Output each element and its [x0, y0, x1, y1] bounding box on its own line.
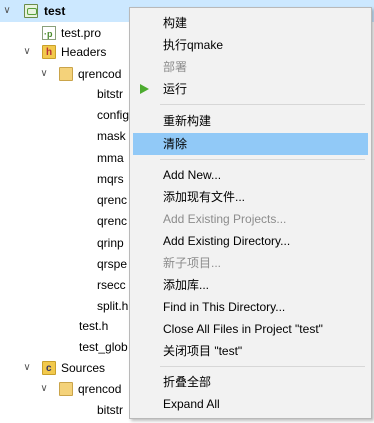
tree-label: qrenc: [97, 193, 128, 207]
menu-item-close-project[interactable]: 关闭项目 "test": [133, 340, 368, 362]
tree-label: rsecc: [97, 278, 126, 292]
tree-label: test_glob: [79, 340, 128, 354]
menu-item-build[interactable]: 构建: [133, 12, 368, 34]
chevron-down-icon[interactable]: ∨: [21, 357, 33, 379]
context-menu: 构建 执行qmake 部署 运行 重新构建 清除 Add New... 添加现有…: [129, 7, 372, 419]
tree-label: qrencod: [78, 67, 122, 81]
menu-item-rebuild[interactable]: 重新构建: [133, 110, 368, 132]
menu-item-add-existing-files[interactable]: 添加现有文件...: [133, 186, 368, 208]
menu-item-add-existing-projects[interactable]: Add Existing Projects...: [133, 208, 368, 230]
menu-item-label: Add Existing Directory...: [163, 234, 291, 248]
tree-label: test.h: [79, 319, 109, 333]
tree-label: test: [44, 4, 66, 18]
menu-item-expand-all[interactable]: Expand All: [133, 393, 368, 415]
menu-item-label: 关闭项目 "test": [163, 344, 243, 358]
menu-item-label: Add New...: [163, 168, 222, 182]
tree-label: qrenc: [97, 214, 128, 228]
qt-project-icon: [24, 4, 38, 18]
menu-item-label: 重新构建: [163, 114, 212, 128]
menu-item-label: 折叠全部: [163, 375, 212, 389]
menu-item-label: 执行qmake: [163, 38, 224, 52]
folder-icon: [59, 67, 73, 81]
tree-label: qrspe: [97, 257, 128, 271]
menu-item-clean[interactable]: 清除: [133, 133, 368, 155]
chevron-down-icon[interactable]: ∨: [21, 41, 33, 63]
chevron-down-icon[interactable]: ∨: [1, 0, 13, 22]
menu-item-label: 运行: [163, 82, 188, 96]
menu-item-label: 添加现有文件...: [163, 190, 246, 204]
menu-separator: [160, 159, 365, 160]
run-icon: [140, 84, 149, 94]
menu-item-deploy[interactable]: 部署: [133, 56, 368, 78]
menu-item-label: 构建: [163, 16, 188, 30]
menu-item-add-existing-directory[interactable]: Add Existing Directory...: [133, 230, 368, 252]
tree-label: split.h: [97, 299, 129, 313]
menu-item-label: Add Existing Projects...: [163, 212, 287, 226]
menu-item-run[interactable]: 运行: [133, 78, 368, 100]
menu-item-collapse-all[interactable]: 折叠全部: [133, 371, 368, 393]
menu-item-close-all-files[interactable]: Close All Files in Project "test": [133, 318, 368, 340]
menu-item-label: Close All Files in Project "test": [163, 322, 323, 336]
menu-item-label: Expand All: [163, 397, 220, 411]
sources-folder-icon: [42, 358, 56, 380]
menu-item-label: 新子项目...: [163, 256, 222, 270]
tree-label: bitstr: [97, 403, 124, 417]
menu-item-find-in-directory[interactable]: Find in This Directory...: [133, 296, 368, 318]
tree-label: Headers: [61, 45, 107, 59]
menu-item-add-new[interactable]: Add New...: [133, 164, 368, 186]
chevron-down-icon[interactable]: ∨: [38, 63, 50, 85]
menu-item-label: Find in This Directory...: [163, 300, 286, 314]
tree-label: mma: [97, 151, 124, 165]
tree-label: qrencod: [78, 382, 122, 396]
tree-label: config: [97, 108, 130, 122]
folder-icon: [59, 382, 73, 396]
tree-label: Sources: [61, 361, 106, 375]
menu-item-label: 清除: [163, 137, 188, 151]
tree-label: qrinp: [97, 236, 124, 250]
tree-label: mask: [97, 129, 126, 143]
menu-item-label: 添加库...: [163, 278, 210, 292]
menu-separator: [160, 104, 365, 105]
tree-label: bitstr: [97, 87, 124, 101]
menu-item-add-library[interactable]: 添加库...: [133, 274, 368, 296]
chevron-down-icon[interactable]: ∨: [38, 378, 50, 400]
headers-folder-icon: [42, 42, 56, 64]
menu-item-label: 部署: [163, 60, 188, 74]
tree-label: mqrs: [97, 172, 124, 186]
menu-item-new-subproject[interactable]: 新子项目...: [133, 252, 368, 274]
menu-separator: [160, 366, 365, 367]
pro-file-icon: [42, 23, 56, 45]
menu-item-run-qmake[interactable]: 执行qmake: [133, 34, 368, 56]
